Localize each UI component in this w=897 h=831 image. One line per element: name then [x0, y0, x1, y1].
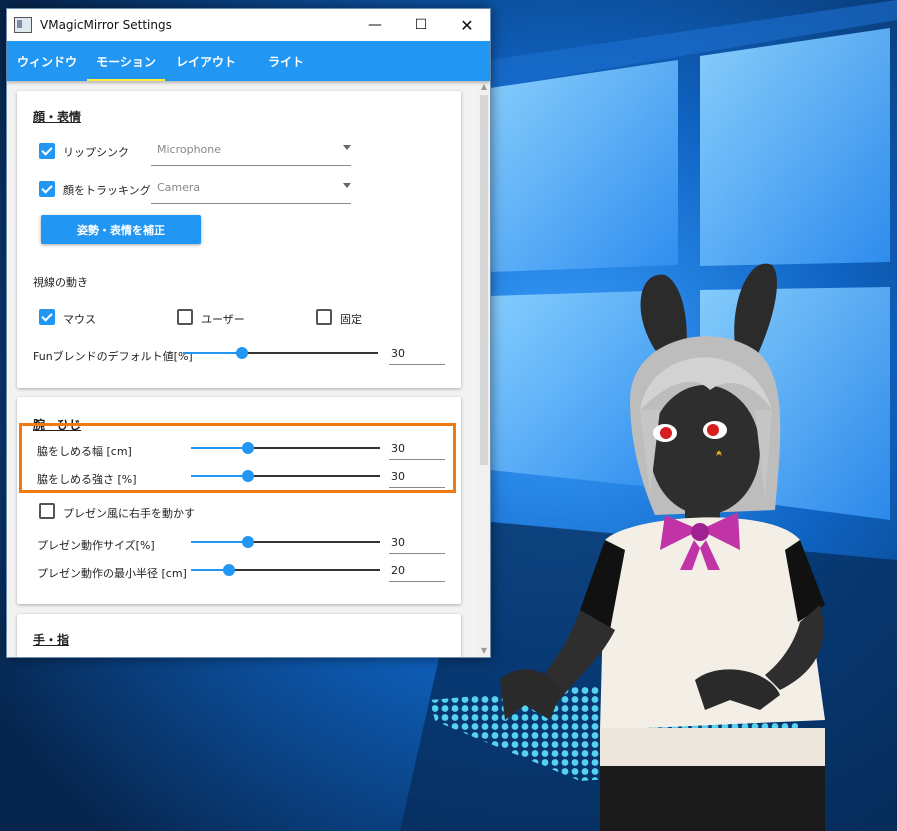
- close-button[interactable]: ✕: [444, 9, 490, 41]
- scrollbar-thumb[interactable]: [480, 95, 488, 465]
- camera-device-value: Camera: [157, 181, 201, 194]
- calibrate-button[interactable]: 姿勢・表情を補正: [41, 215, 201, 244]
- title-bar[interactable]: VMagicMirror Settings — ☐ ✕: [7, 9, 490, 41]
- face-section-title: 顔・表情: [33, 110, 82, 124]
- scroll-up-icon[interactable]: ▲: [478, 81, 490, 93]
- window-title: VMagicMirror Settings: [40, 18, 172, 32]
- close-icon: ✕: [460, 15, 474, 35]
- gaze-mouse-label: マウス: [63, 313, 96, 326]
- gaze-fixed-checkbox[interactable]: [316, 309, 332, 325]
- slider-thumb[interactable]: [241, 536, 254, 548]
- gaze-heading: 視線の動き: [33, 276, 88, 289]
- highlight-box: [19, 423, 456, 493]
- fun-blend-label: Funブレンドのデフォルト値[%]: [33, 350, 193, 363]
- gaze-user-checkbox[interactable]: [177, 309, 193, 325]
- tab-light[interactable]: ライト: [247, 41, 325, 81]
- chevron-down-icon: [343, 183, 351, 188]
- hand-section-title: 手・指: [33, 633, 70, 647]
- gaze-mouse-checkbox[interactable]: [39, 309, 55, 325]
- hand-card: 手・指: [17, 614, 461, 657]
- scroll-down-icon[interactable]: ▼: [478, 645, 490, 657]
- presentation-radius-value[interactable]: 20: [389, 562, 445, 582]
- settings-window: VMagicMirror Settings — ☐ ✕ ウィンドウ モーション …: [6, 8, 491, 658]
- fun-blend-value[interactable]: 30: [389, 345, 445, 365]
- tab-motion[interactable]: モーション: [87, 41, 165, 81]
- face-tracking-checkbox[interactable]: [39, 181, 55, 197]
- gaze-user-label: ユーザー: [201, 313, 245, 326]
- presentation-label: プレゼン風に右手を動かす: [63, 507, 195, 520]
- minimize-icon: —: [368, 17, 382, 33]
- slider-thumb[interactable]: [235, 347, 248, 359]
- presentation-radius-label: プレゼン動作の最小半径 [cm]: [37, 567, 187, 580]
- lipsync-checkbox[interactable]: [39, 143, 55, 159]
- presentation-size-value[interactable]: 30: [389, 534, 445, 554]
- presentation-checkbox[interactable]: [39, 503, 55, 519]
- tab-bar: ウィンドウ モーション レイアウト ライト: [7, 41, 490, 81]
- slider-fill: [183, 352, 242, 354]
- minimize-button[interactable]: —: [352, 9, 398, 41]
- lipsync-device-value: Microphone: [157, 143, 222, 156]
- lipsync-label: リップシンク: [63, 146, 129, 159]
- camera-device-select[interactable]: Camera: [151, 175, 351, 204]
- presentation-size-slider[interactable]: [191, 535, 380, 549]
- slider-fill: [191, 541, 248, 543]
- chevron-down-icon: [343, 145, 351, 150]
- fun-blend-slider[interactable]: [183, 346, 378, 360]
- face-card: 顔・表情 リップシンク Microphone 顔をトラッキング Camera 姿…: [17, 91, 461, 388]
- lipsync-device-select[interactable]: Microphone: [151, 137, 351, 166]
- presentation-size-label: プレゼン動作サイズ[%]: [37, 539, 155, 552]
- avatar-character: [500, 263, 825, 831]
- app-icon: [14, 17, 32, 33]
- face-tracking-label: 顔をトラッキング: [63, 184, 151, 197]
- presentation-radius-slider[interactable]: [191, 563, 380, 577]
- maximize-icon: ☐: [414, 17, 428, 33]
- settings-content: 顔・表情 リップシンク Microphone 顔をトラッキング Camera 姿…: [7, 81, 477, 657]
- gaze-fixed-label: 固定: [340, 313, 362, 326]
- maximize-button[interactable]: ☐: [398, 9, 444, 41]
- tab-layout[interactable]: レイアウト: [165, 41, 247, 81]
- slider-thumb[interactable]: [222, 564, 235, 576]
- vertical-scrollbar[interactable]: ▲ ▼: [478, 81, 490, 657]
- tab-window[interactable]: ウィンドウ: [7, 41, 87, 81]
